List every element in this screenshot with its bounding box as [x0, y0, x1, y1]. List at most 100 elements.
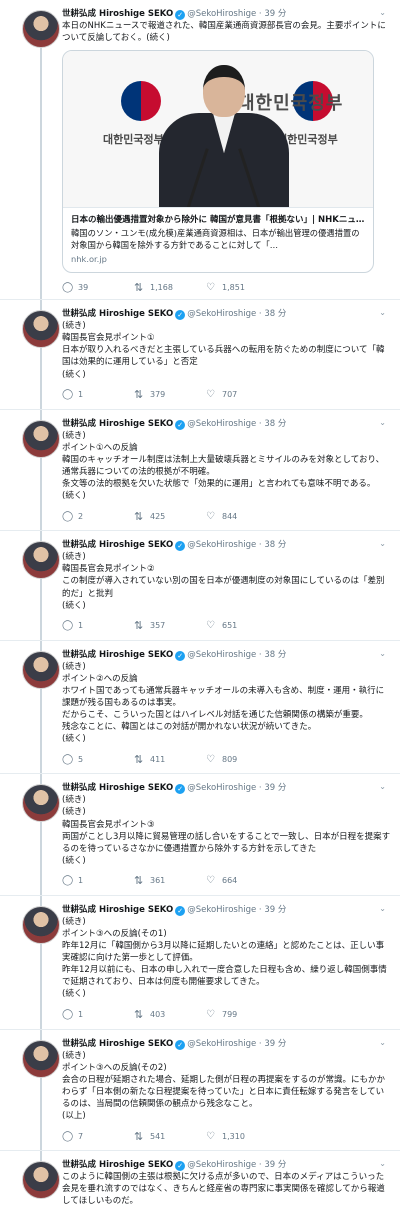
reply-button[interactable]: ◯ 39 [62, 282, 134, 293]
author-name[interactable]: 世耕弘成 Hiroshige SEKO [62, 9, 173, 19]
avatar[interactable] [22, 419, 60, 458]
avatar[interactable] [22, 784, 60, 823]
heart-outline-icon: ♡ [206, 281, 215, 293]
like-button[interactable]: ♡ 1,851 [206, 282, 278, 293]
author-name[interactable]: 世耕弘成 Hiroshige SEKO [62, 309, 173, 319]
retweet-button[interactable]: ⇅ 1,168 [134, 281, 206, 294]
author-name[interactable]: 世耕弘成 Hiroshige SEKO [62, 419, 173, 429]
like-button[interactable]: ♡ 809 [206, 754, 278, 765]
tweet[interactable]: ⌄ 世耕弘成 Hiroshige SEKO ✓ @SekoHiroshige · 39… [0, 774, 400, 896]
chevron-down-icon[interactable]: ⌄ [379, 308, 386, 317]
author-handle[interactable]: @SekoHiroshige [187, 650, 256, 660]
timestamp[interactable]: 39 分 [264, 905, 286, 915]
tweet-actions: ◯ 1 ⇅ 379 ♡ 707 [62, 383, 392, 407]
chevron-down-icon[interactable]: ⌄ [379, 539, 386, 548]
thread-connector [40, 1077, 42, 1151]
reply-button[interactable]: ◯ 7 [62, 1131, 134, 1142]
like-button[interactable]: ♡ 651 [206, 620, 278, 631]
retweet-button[interactable]: ⇅ 379 [134, 388, 206, 401]
reply-button[interactable]: ◯ 1 [62, 1009, 134, 1020]
retweet-button[interactable]: ⇅ 361 [134, 874, 206, 887]
avatar[interactable] [22, 1039, 60, 1078]
tweet[interactable]: ⌄ 世耕弘成 Hiroshige SEKO ✓ @SekoHiroshige · 38… [0, 409, 400, 532]
avatar[interactable] [22, 310, 60, 349]
like-button[interactable]: ♡ 664 [206, 875, 278, 886]
card-text[interactable]: 日本の輸出優遇措置対象から除外に 韓国が意見書「根拠ない」| NHKニュ… 韓国の… [63, 207, 373, 272]
timestamp[interactable]: 38 分 [264, 419, 286, 429]
tweet-thread: ⌄ 世耕弘成 Hiroshige SEKO ✓ @SekoHiroshige · 39… [0, 0, 400, 1207]
reply-button[interactable]: ◯ 2 [62, 511, 134, 522]
like-button[interactable]: ♡ 707 [206, 389, 278, 400]
reply-button[interactable]: ◯ 1 [62, 389, 134, 400]
tweet-header: 世耕弘成 Hiroshige SEKO ✓ @SekoHiroshige · 38 … [62, 418, 392, 430]
avatar[interactable] [22, 905, 60, 944]
author-handle[interactable]: @SekoHiroshige [187, 540, 256, 550]
avatar[interactable] [22, 10, 60, 48]
chevron-down-icon[interactable]: ⌄ [379, 782, 386, 791]
speech-bubble-icon: ◯ [62, 281, 74, 293]
verified-badge-icon: ✓ [175, 419, 186, 430]
tweet-actions: ◯ 2 ⇅ 425 ♡ 844 [62, 504, 392, 528]
chevron-down-icon[interactable]: ⌄ [379, 649, 386, 658]
tweet[interactable]: ⌄ 世耕弘成 Hiroshige SEKO ✓ @SekoHiroshige · 39… [0, 1151, 400, 1207]
reply-button[interactable]: ◯ 1 [62, 620, 134, 631]
speech-bubble-icon: ◯ [62, 620, 74, 632]
card-title[interactable]: 日本の輸出優遇措置対象から除外に 韓国が意見書「根拠ない」| NHKニュ… [71, 214, 365, 226]
author-handle[interactable]: @SekoHiroshige [187, 419, 256, 429]
tweet[interactable]: ⌄ 世耕弘成 Hiroshige SEKO ✓ @SekoHiroshige · 38… [0, 300, 400, 410]
retweet-button[interactable]: ⇅ 541 [134, 1130, 206, 1143]
chevron-down-icon[interactable]: ⌄ [379, 904, 386, 913]
tweet-actions: ◯ 7 ⇅ 541 ♡ 1,310 [62, 1124, 392, 1148]
author-handle[interactable]: @SekoHiroshige [187, 783, 256, 793]
like-count: 1,310 [222, 1131, 245, 1141]
tweet-text: (続き) ポイント③への反論(その1) 昨年12月に「韓国側から3月以降に延期し… [62, 916, 387, 1000]
chevron-down-icon[interactable]: ⌄ [379, 8, 386, 17]
timestamp[interactable]: 38 分 [264, 650, 286, 660]
author-name[interactable]: 世耕弘成 Hiroshige SEKO [62, 1160, 173, 1170]
retweet-arrows-icon: ⇅ [134, 874, 144, 888]
retweet-button[interactable]: ⇅ 357 [134, 619, 206, 632]
thread-connector [40, 409, 42, 420]
like-button[interactable]: ♡ 1,310 [206, 1131, 278, 1142]
tweet[interactable]: ⌄ 世耕弘成 Hiroshige SEKO ✓ @SekoHiroshige · 39… [0, 895, 400, 1030]
thread-connector [40, 531, 42, 542]
timestamp[interactable]: 38 分 [264, 309, 286, 319]
avatar[interactable] [22, 541, 60, 580]
retweet-button[interactable]: ⇅ 403 [134, 1008, 206, 1021]
timestamp[interactable]: 39 分 [264, 1160, 286, 1170]
author-handle[interactable]: @SekoHiroshige [187, 9, 256, 19]
tweet[interactable]: ⌄ 世耕弘成 Hiroshige SEKO ✓ @SekoHiroshige · 38… [0, 531, 400, 641]
reply-count: 5 [78, 754, 84, 764]
author-name[interactable]: 世耕弘成 Hiroshige SEKO [62, 783, 173, 793]
link-card[interactable]: 대한민국정부 대한민국정부 대한민국정부 日本の輸出優遇措置対象から除外に 韓国が意見… [62, 50, 374, 274]
timestamp[interactable]: 39 分 [264, 1039, 286, 1049]
author-name[interactable]: 世耕弘成 Hiroshige SEKO [62, 540, 173, 550]
timestamp[interactable]: 39 分 [264, 9, 286, 19]
timestamp[interactable]: 38 分 [264, 540, 286, 550]
verified-badge-icon: ✓ [175, 10, 186, 20]
reply-button[interactable]: ◯ 1 [62, 875, 134, 886]
chevron-down-icon[interactable]: ⌄ [379, 1038, 386, 1047]
avatar[interactable] [22, 650, 60, 689]
tweet[interactable]: ⌄ 世耕弘成 Hiroshige SEKO ✓ @SekoHiroshige · 38… [0, 640, 400, 775]
author-name[interactable]: 世耕弘成 Hiroshige SEKO [62, 1039, 173, 1049]
retweet-button[interactable]: ⇅ 425 [134, 510, 206, 523]
tweet[interactable]: ⌄ 世耕弘成 Hiroshige SEKO ✓ @SekoHiroshige · 39… [0, 0, 400, 301]
tweet[interactable]: ⌄ 世耕弘成 Hiroshige SEKO ✓ @SekoHiroshige · 39… [0, 1029, 400, 1152]
avatar[interactable] [22, 1161, 60, 1200]
tweet-header: 世耕弘成 Hiroshige SEKO ✓ @SekoHiroshige · 39 … [62, 904, 392, 916]
retweet-button[interactable]: ⇅ 411 [134, 753, 206, 766]
like-button[interactable]: ♡ 799 [206, 1009, 278, 1020]
author-name[interactable]: 世耕弘成 Hiroshige SEKO [62, 650, 173, 660]
author-name[interactable]: 世耕弘成 Hiroshige SEKO [62, 905, 173, 915]
author-handle[interactable]: @SekoHiroshige [187, 1039, 256, 1049]
chevron-down-icon[interactable]: ⌄ [379, 1159, 386, 1168]
author-handle[interactable]: @SekoHiroshige [187, 309, 256, 319]
author-handle[interactable]: @SekoHiroshige [187, 905, 256, 915]
reply-button[interactable]: ◯ 5 [62, 754, 134, 765]
like-button[interactable]: ♡ 844 [206, 511, 278, 522]
timestamp[interactable]: 39 分 [264, 783, 286, 793]
verified-badge-icon: ✓ [175, 541, 186, 552]
author-handle[interactable]: @SekoHiroshige [187, 1160, 256, 1170]
chevron-down-icon[interactable]: ⌄ [379, 418, 386, 427]
